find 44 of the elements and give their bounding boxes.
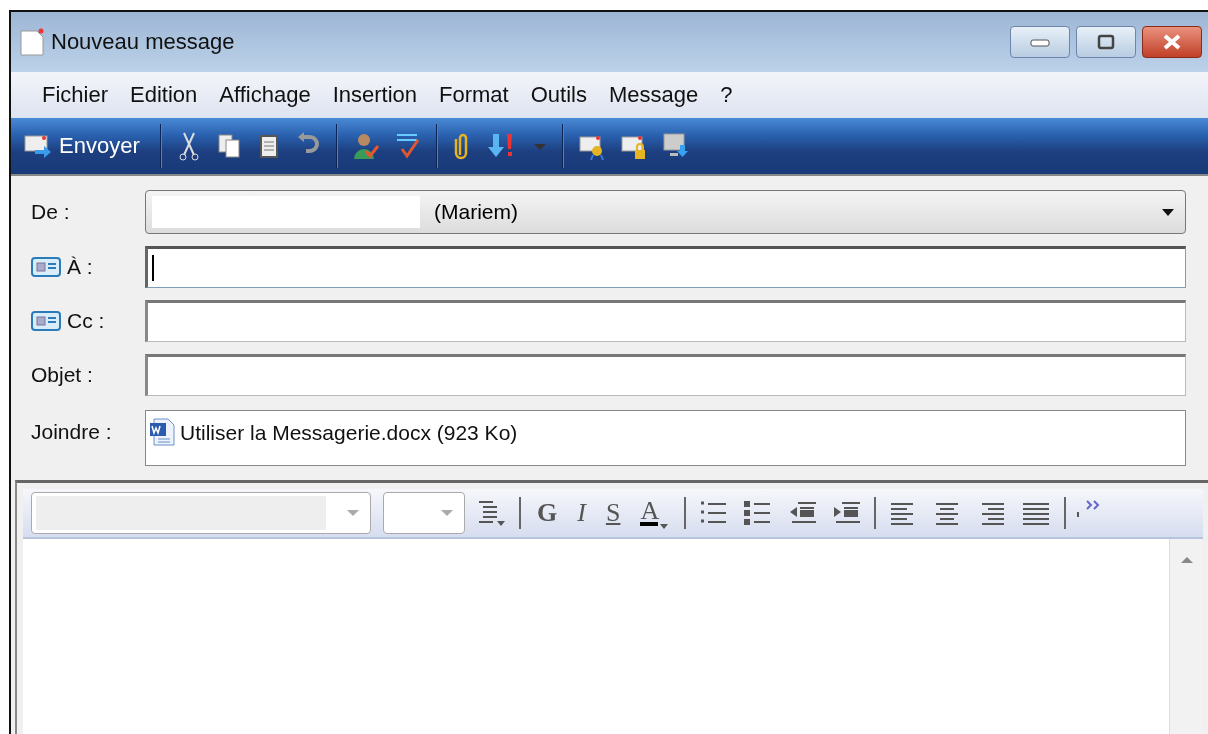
field-label: Objet : — [31, 363, 93, 387]
menu-item[interactable]: Edition — [119, 82, 209, 108]
attachment-field[interactable]: Utiliser la Messagerie.docx (923 Ko) — [145, 410, 1186, 466]
close-icon — [1161, 33, 1183, 51]
close-button[interactable] — [1142, 26, 1202, 58]
field-label: Cc : — [67, 309, 105, 333]
field-label: À : — [67, 255, 93, 279]
subject-field[interactable] — [145, 354, 1186, 396]
text-caret — [152, 255, 154, 281]
menu-item[interactable]: Format — [428, 82, 520, 108]
contact-check-icon[interactable] — [351, 131, 380, 161]
paragraph-style-icon[interactable] — [477, 498, 507, 528]
menu-item[interactable]: Message — [597, 82, 710, 108]
menu-item[interactable]: Insertion — [321, 82, 429, 108]
sender-dropdown[interactable]: (Mariem) — [145, 190, 1186, 234]
address-book-icon[interactable] — [31, 256, 61, 278]
dropdown-arrow-icon — [1161, 207, 1175, 217]
maximize-icon — [1096, 34, 1116, 50]
field-label: De : — [31, 200, 70, 224]
maximize-button[interactable] — [1076, 26, 1136, 58]
recipient-field[interactable] — [145, 246, 1186, 288]
address-book-icon[interactable] — [31, 310, 61, 332]
dropdown-arrow-icon — [440, 509, 454, 517]
recipient-field[interactable] — [145, 300, 1186, 342]
format-button[interactable]: I — [573, 498, 590, 528]
send-button[interactable]: Envoyer — [17, 132, 146, 160]
menu-item[interactable]: Affichage — [208, 82, 322, 108]
minimize-button[interactable] — [1010, 26, 1070, 58]
dropdown-arrow-icon — [346, 509, 360, 517]
minimize-icon — [1029, 37, 1051, 47]
menu-item[interactable]: ? — [709, 82, 744, 108]
menu-item[interactable]: Fichier — [31, 82, 119, 108]
document-icon — [19, 27, 45, 57]
color-bar-icon — [640, 522, 669, 530]
window-title: Nouveau message — [51, 29, 235, 55]
attachment-name[interactable]: Utiliser la Messagerie.docx (923 Ko) — [180, 417, 518, 445]
format-button[interactable]: S — [601, 498, 625, 528]
send-mail-icon — [23, 132, 53, 160]
word-document-icon[interactable] — [148, 417, 178, 447]
format-button[interactable]: G — [533, 498, 562, 528]
field-label: Joindre : — [31, 420, 112, 444]
menu-item[interactable]: Outils — [519, 82, 598, 108]
copy-icon[interactable] — [215, 131, 242, 161]
format-button[interactable]: A — [636, 496, 673, 530]
